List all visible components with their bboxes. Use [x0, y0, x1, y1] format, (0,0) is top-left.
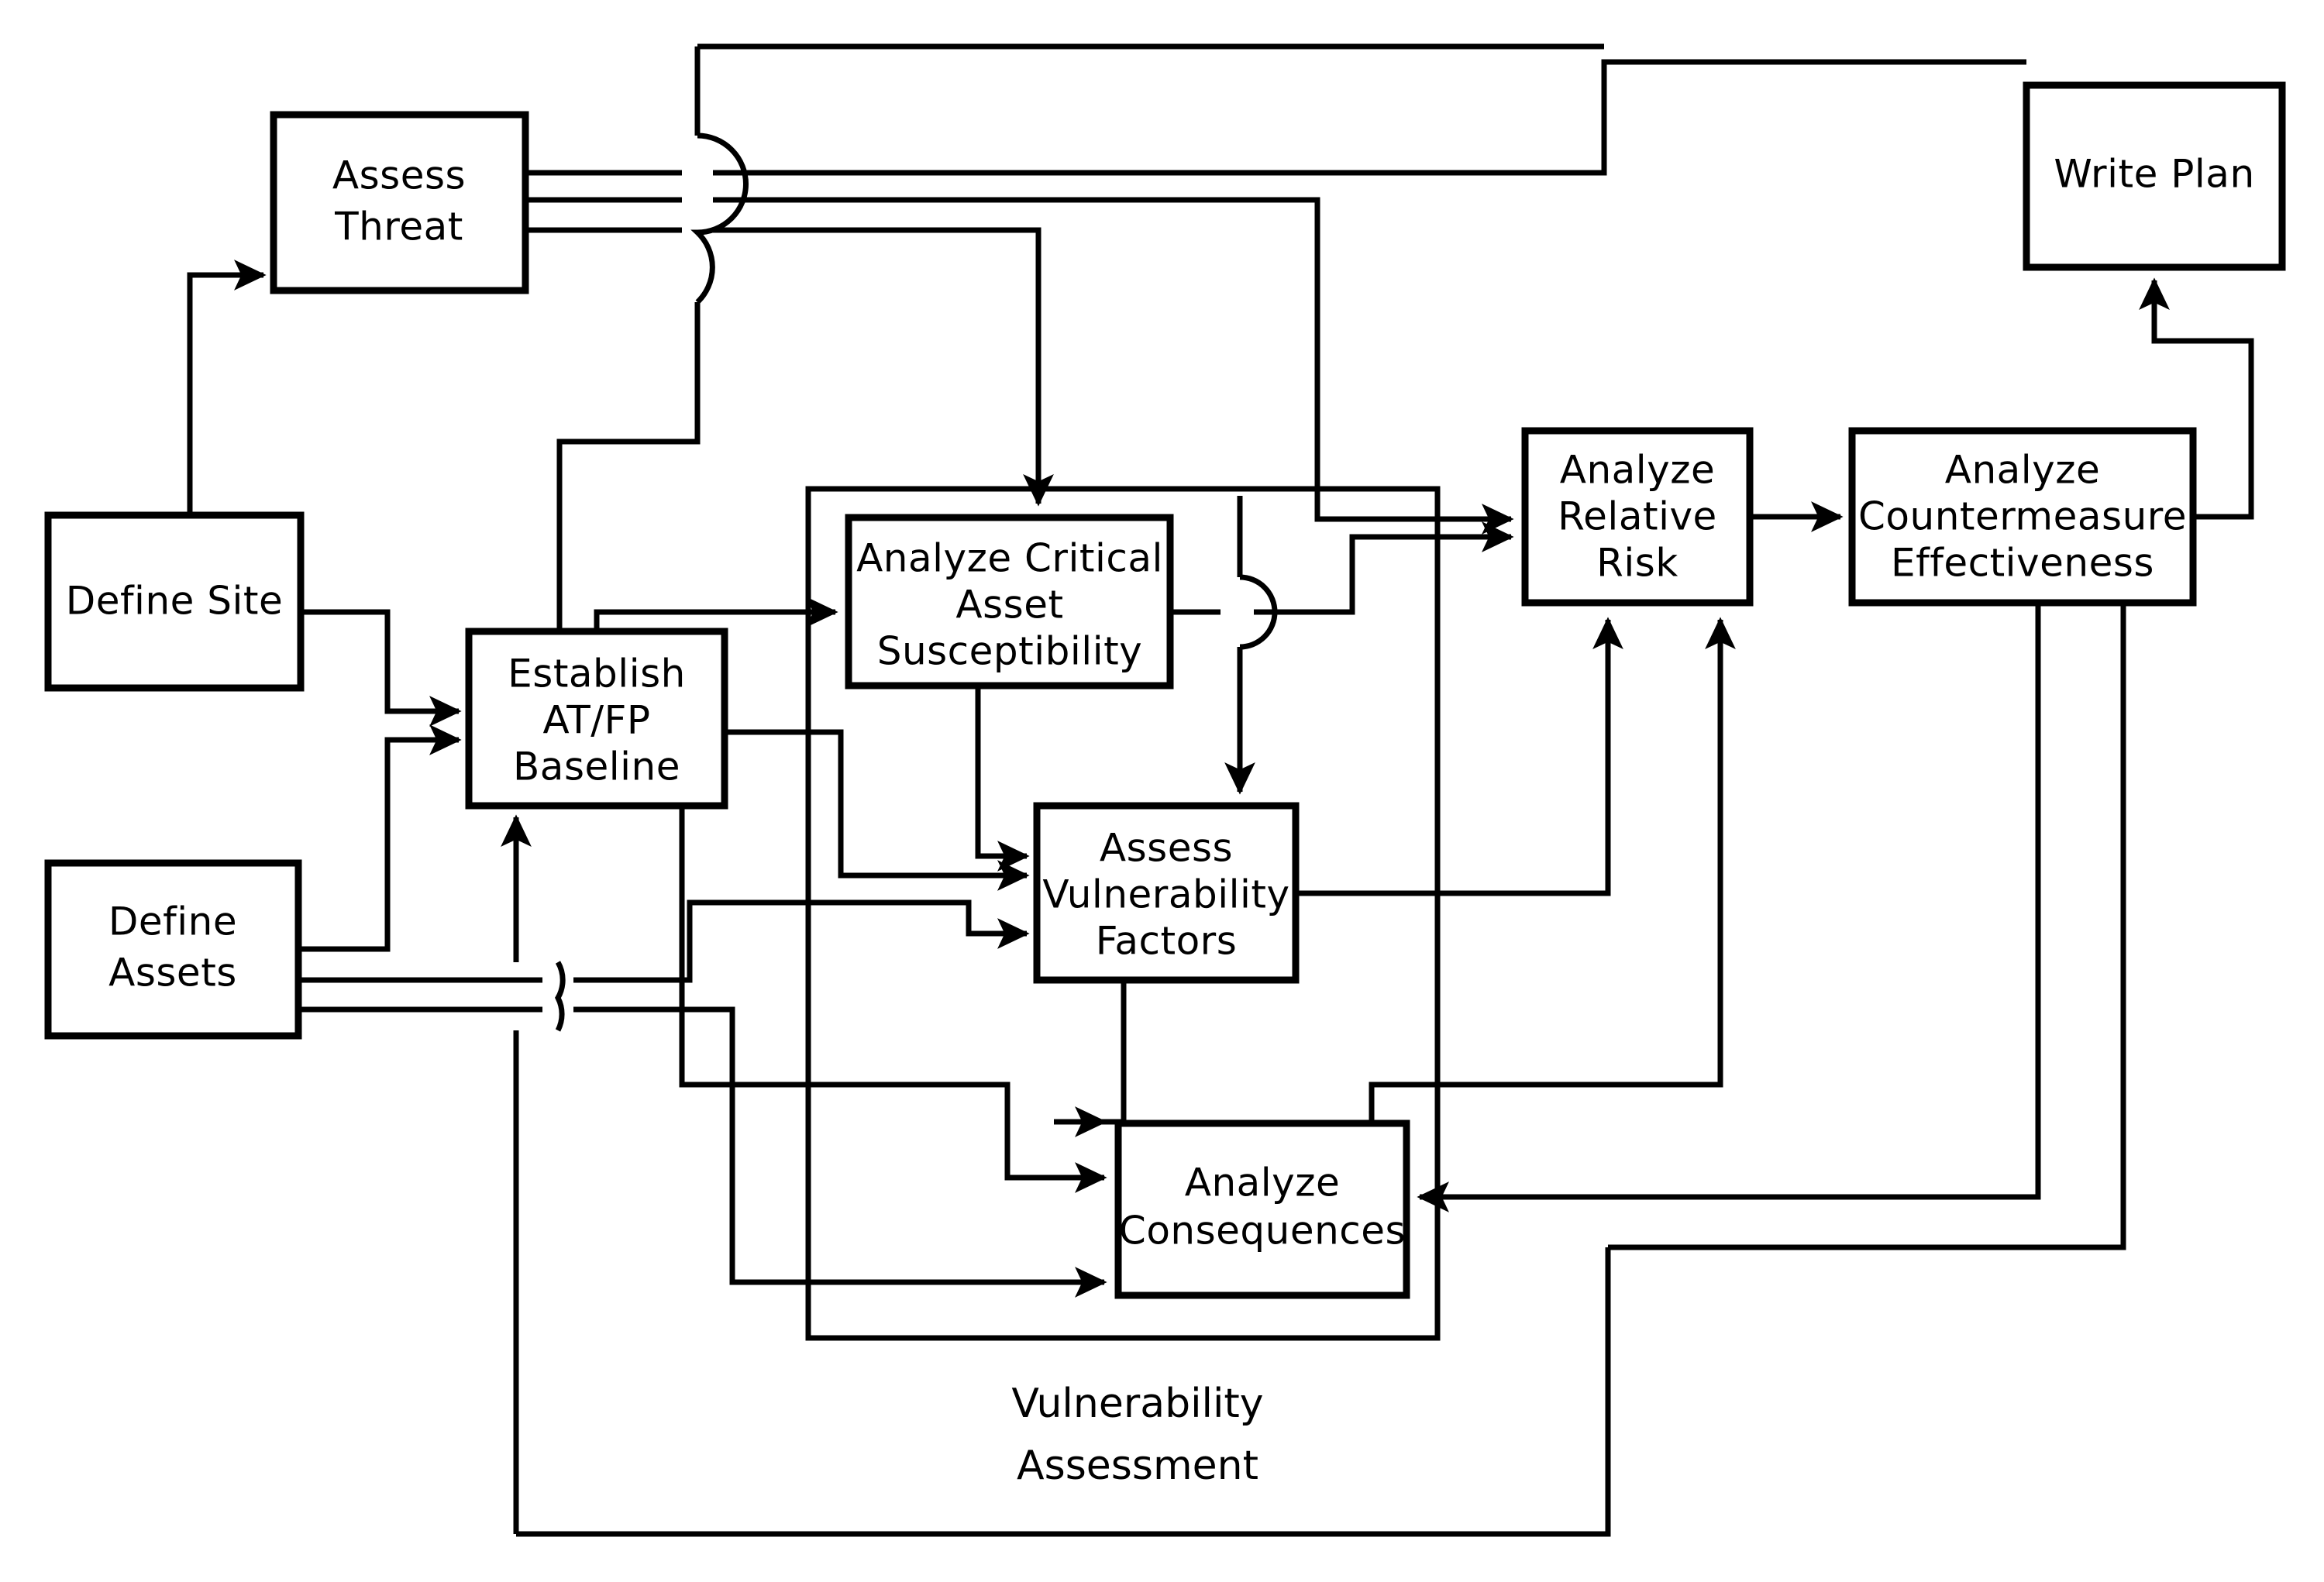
node-assess-vuln-label-line1: Assess [1100, 826, 1233, 871]
node-define-site[interactable]: Define Site [44, 511, 305, 692]
line-hop-assess-threat-outputs [690, 132, 749, 304]
node-analyze-consequences-label-line2: Consequences [1119, 1209, 1406, 1254]
edge-analyze-consequences-to-analyze-risk [1369, 617, 1736, 1123]
node-define-assets[interactable]: Define Assets [44, 859, 302, 1040]
node-analyze-cm-label-line3: Effectiveness [1891, 541, 2154, 586]
node-analyze-cas-label-line1: Analyze Critical [856, 536, 1163, 581]
node-assess-threat-box[interactable] [270, 111, 529, 294]
edge-define-assets-to-assess-vuln [966, 918, 1030, 949]
edge-analyze-cas-to-analyze-risk [1254, 521, 1514, 615]
edge-riser-x900-down-to-baseline [556, 302, 701, 631]
edge-analyze-cm-to-bottom-bus [1608, 603, 2126, 1250]
node-analyze-countermeasure-effectiveness[interactable]: Analyze Countermeasure Effectiveness [1848, 427, 2197, 607]
node-analyze-consequences[interactable]: Analyze Consequences [1114, 1119, 1410, 1299]
node-define-assets-box[interactable] [44, 859, 302, 1040]
node-analyze-cas-label-line3: Susceptibility [877, 629, 1143, 674]
node-assess-threat-label-line2: Threat [334, 205, 463, 249]
node-write-plan[interactable]: Write Plan [2023, 81, 2286, 271]
node-analyze-consequences-label-line1: Analyze [1185, 1161, 1341, 1205]
process-flow-diagram: Vulnerability Assessment Assess Threat D… [44, 43, 2286, 1537]
node-analyze-risk-label-line1: Analyze [1560, 448, 1716, 493]
node-write-plan-label: Write Plan [2054, 152, 2254, 197]
node-analyze-risk-label-line2: Relative [1558, 494, 1717, 539]
node-analyze-risk-label-line3: Risk [1596, 541, 1678, 586]
edge-define-assets-to-establish-baseline [298, 724, 462, 952]
node-analyze-critical-asset-susceptibility[interactable]: Analyze Critical Asset Susceptibility [845, 514, 1174, 690]
node-define-assets-label-line1: Define [108, 899, 237, 944]
edge-analyze-cas-to-assess-vuln [975, 686, 1030, 872]
node-establish-baseline-label-line1: Establish [508, 652, 686, 696]
node-assess-vulnerability-factors[interactable]: Assess Vulnerability Factors [1033, 802, 1300, 984]
node-establish-baseline[interactable]: Establish AT/FP Baseline [465, 628, 728, 810]
node-assess-threat[interactable]: Assess Threat [270, 111, 529, 294]
node-assess-threat-label-line1: Assess [332, 153, 466, 198]
edge-assess-threat-to-analyze-risk [713, 197, 1514, 535]
edge-define-site-to-establish-baseline [301, 609, 462, 727]
edge-assess-threat-out1-seg2 [713, 59, 2026, 176]
edge-assess-vuln-down [1104, 980, 1127, 1125]
node-establish-baseline-label-line2: AT/FP [542, 698, 650, 743]
edge-define-site-to-assess-threat [187, 260, 267, 515]
node-assess-vuln-label-line2: Vulnerability [1042, 872, 1289, 917]
edge-define-assets-to-analyze-consequences [573, 1006, 1107, 1298]
node-assess-vuln-label-line3: Factors [1096, 919, 1238, 964]
edge-define-assets-mid-seg2 [573, 899, 972, 983]
node-analyze-cm-label-line2: Countermeasure [1858, 494, 2187, 539]
node-establish-baseline-label-line3: Baseline [513, 745, 680, 789]
node-analyze-cm-label-line1: Analyze [1945, 448, 2101, 493]
vulnerability-assessment-label-line2: Assessment [1017, 1443, 1258, 1489]
flowchart-canvas: Vulnerability Assessment Assess Threat D… [0, 0, 2324, 1582]
node-analyze-cas-label-line2: Asset [955, 583, 1063, 628]
node-analyze-relative-risk[interactable]: Analyze Relative Risk [1521, 427, 1754, 607]
line-hop-define-assets [555, 961, 566, 1032]
edge-analyze-cm-to-analyze-consequences [1417, 603, 2041, 1212]
edge-assess-threat-to-analyze-cas [713, 227, 1054, 507]
node-define-assets-label-line2: Assets [108, 951, 237, 996]
edge-assess-vuln-to-analyze-risk [1296, 617, 1623, 896]
node-define-site-label: Define Site [66, 579, 284, 624]
vulnerability-assessment-label-line1: Vulnerability [1011, 1381, 1263, 1427]
